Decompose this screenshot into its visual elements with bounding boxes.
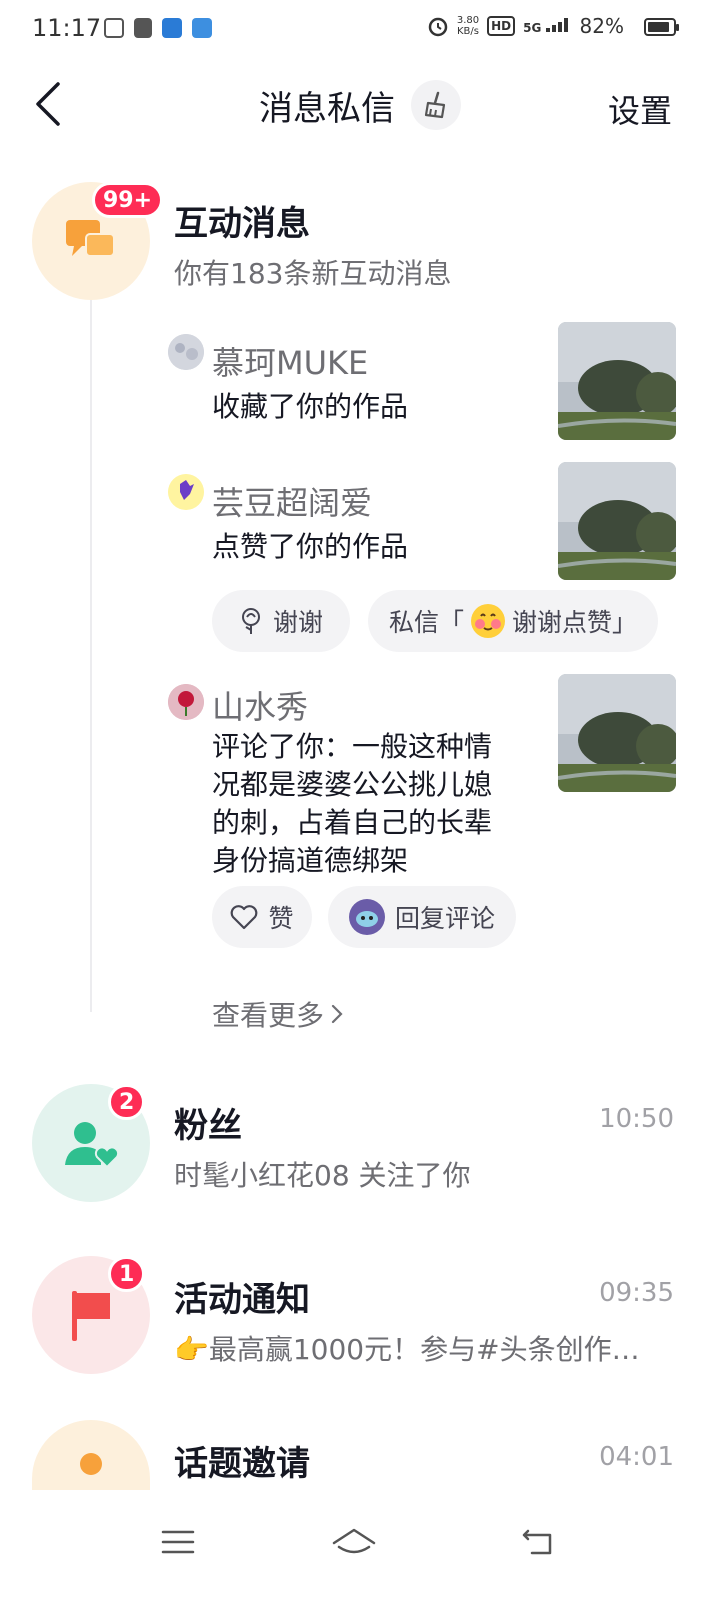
item-username[interactable]: 芸豆超阔爱 xyxy=(212,478,372,524)
dm-text: 谢谢点赞」 xyxy=(512,608,638,637)
thanks-button[interactable]: 谢谢 xyxy=(212,590,350,652)
topic-avatar[interactable] xyxy=(32,1420,150,1490)
activity-subtitle: 👉最高赢1000元！参与#头条创作挑战赛# xyxy=(174,1333,658,1366)
activity-badge: 1 xyxy=(108,1256,146,1292)
interaction-badge: 99+ xyxy=(92,182,164,218)
item-action-line: 身份搞道德绑架 xyxy=(212,844,409,877)
menu-icon xyxy=(161,1530,195,1554)
thread-line xyxy=(90,300,92,1012)
item-action: 评论了你：一般这种情 况都是婆婆公公挑儿媳 的刺，占着自己的长辈 身份搞道德绑架 xyxy=(212,728,542,880)
interaction-title[interactable]: 互动消息 xyxy=(174,196,310,245)
battery-icon xyxy=(644,18,679,36)
alarm-icon xyxy=(428,17,448,37)
work-thumbnail[interactable] xyxy=(558,462,676,580)
avatar-image-icon xyxy=(168,684,204,720)
thanks-label: 谢谢 xyxy=(272,608,323,637)
item-action-line: 评论了你：一般这种情 xyxy=(212,730,493,763)
interaction-subtitle: 你有183条新互动消息 xyxy=(174,257,452,290)
person-icon xyxy=(80,1453,102,1475)
item-username[interactable]: 慕珂MUKE xyxy=(212,338,368,384)
heart-outline-icon xyxy=(231,905,258,930)
chevron-right-icon xyxy=(331,1004,343,1024)
topic-title[interactable]: 话题邀请 xyxy=(174,1436,310,1485)
fans-subtitle: 时髦小红花08 关注了你 xyxy=(174,1159,471,1192)
flag-icon xyxy=(72,1291,110,1341)
chat-bubbles-icon xyxy=(66,220,115,257)
item-action: 点赞了你的作品 xyxy=(212,530,409,563)
network-speed: 3.80 KB/s xyxy=(457,15,479,37)
user-avatar[interactable] xyxy=(168,334,204,370)
signal-bars-icon xyxy=(545,17,568,32)
return-icon xyxy=(522,1529,552,1555)
blush-emoji-icon xyxy=(471,604,505,638)
dm-thanks-button[interactable]: 私信「 谢谢点赞」 xyxy=(368,590,658,652)
reply-comment-button[interactable]: 回复评论 xyxy=(328,886,516,948)
user-avatar-icon xyxy=(348,899,385,935)
page-title: 消息私信 xyxy=(259,88,395,129)
status-time: 11:17 xyxy=(32,14,102,42)
fans-badge: 2 xyxy=(108,1084,146,1120)
landscape-image-icon xyxy=(558,462,676,580)
like-comment-button[interactable]: 赞 xyxy=(212,886,312,948)
landscape-image-icon xyxy=(558,322,676,440)
rose-icon xyxy=(241,608,260,634)
see-more-link[interactable]: 查看更多 xyxy=(212,994,344,1034)
signal-indicator: 5G xyxy=(523,17,571,35)
user-avatar[interactable] xyxy=(168,474,204,510)
landscape-image-icon xyxy=(558,674,676,792)
header: 消息私信 设置 xyxy=(0,62,720,148)
work-thumbnail[interactable] xyxy=(558,322,676,440)
dm-prefix: 私信「 xyxy=(388,608,464,637)
book-notification-icon xyxy=(134,18,152,38)
work-thumbnail[interactable] xyxy=(558,674,676,792)
battery-percent: 82% xyxy=(579,14,624,38)
fans-title[interactable]: 粉丝 xyxy=(174,1098,242,1147)
avatar-image-icon xyxy=(168,474,204,510)
user-avatar[interactable] xyxy=(168,684,204,720)
avatar-image-icon xyxy=(168,334,204,370)
item-action-line: 况都是婆婆公公挑儿媳 xyxy=(212,768,493,801)
system-nav-bar xyxy=(0,1490,720,1600)
back-nav-button[interactable] xyxy=(508,1512,568,1572)
status-bar: 11:17 3.80 KB/s HD 5G 82% xyxy=(0,0,720,58)
like-label: 赞 xyxy=(268,904,294,933)
hd-indicator: HD xyxy=(487,16,516,36)
bank-notification-icon xyxy=(162,18,182,38)
menu-button[interactable] xyxy=(148,1512,208,1572)
broom-icon xyxy=(424,91,446,119)
home-icon xyxy=(332,1528,376,1554)
see-more-label: 查看更多 xyxy=(212,999,325,1032)
activity-title[interactable]: 活动通知 xyxy=(174,1272,310,1321)
item-action: 收藏了你的作品 xyxy=(212,390,409,423)
reply-label: 回复评论 xyxy=(394,904,495,933)
network-speed-value: 3.80 xyxy=(456,15,480,26)
fans-time: 10:50 xyxy=(599,1104,674,1134)
home-button[interactable] xyxy=(324,1512,384,1572)
app-notification-icon-2 xyxy=(192,18,212,38)
settings-button[interactable]: 设置 xyxy=(608,86,672,132)
item-username[interactable]: 山水秀 xyxy=(212,682,308,728)
activity-time: 09:35 xyxy=(599,1278,674,1308)
app-notification-icon xyxy=(104,18,124,38)
clear-unread-button[interactable] xyxy=(411,80,461,130)
network-speed-unit: KB/s xyxy=(457,26,479,37)
topic-time: 04:01 xyxy=(599,1442,674,1472)
signal-type: 5G xyxy=(523,20,542,35)
follower-icon xyxy=(65,1122,119,1169)
item-action-line: 的刺，占着自己的长辈 xyxy=(212,806,493,839)
